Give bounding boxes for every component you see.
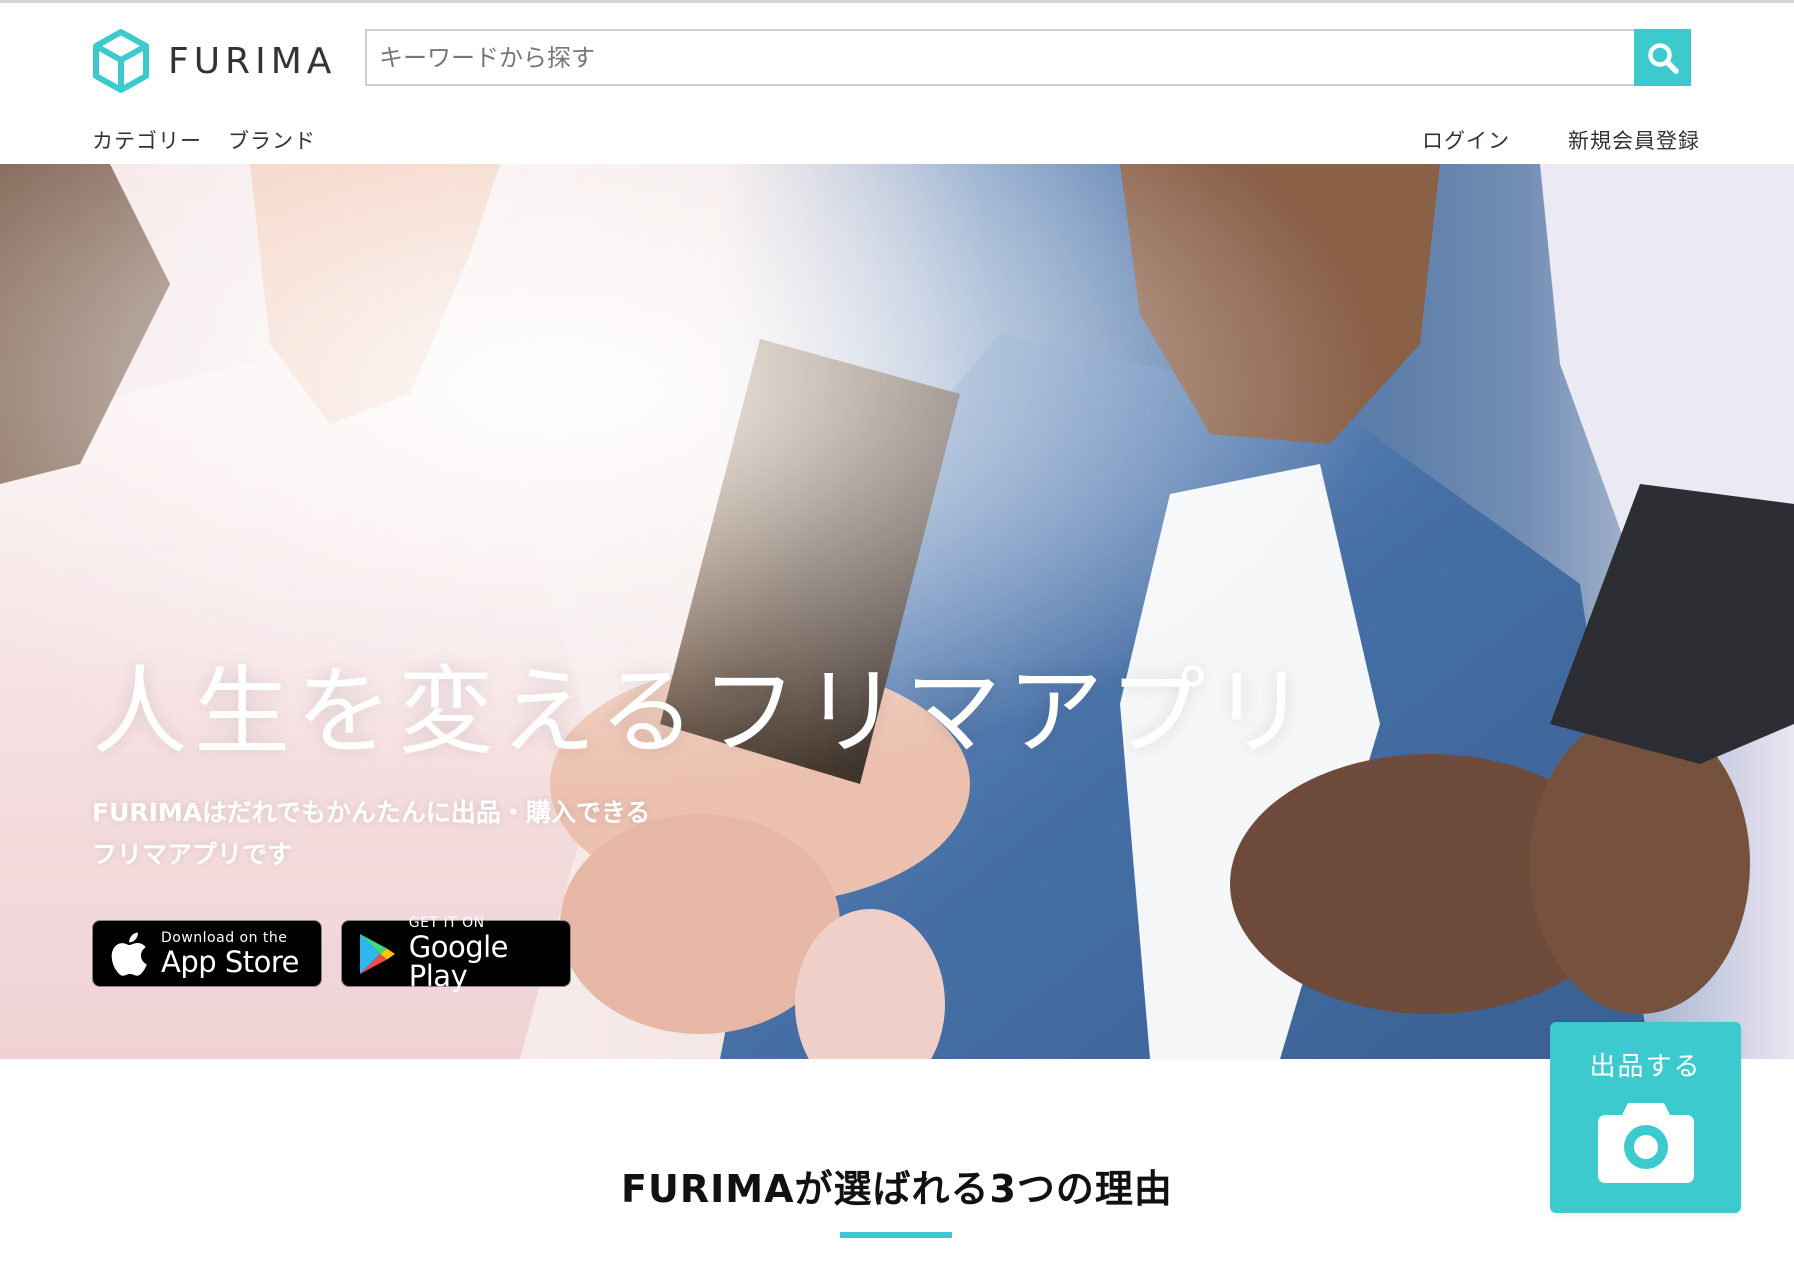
hero-banner: 人生を変えるフリマアプリ FURIMAはだれでもかんたんに出品・購入できる フリ… (0, 164, 1794, 1059)
app-store-button[interactable]: Download on the App Store (92, 920, 322, 987)
hero-title: 人生を変えるフリマアプリ (92, 656, 1314, 768)
cube-icon (93, 29, 149, 93)
search-button[interactable] (1634, 29, 1691, 86)
google-play-icon (358, 933, 397, 974)
google-play-small-text: GET IT ON (408, 915, 485, 931)
site-header: FURIMA カテゴリー ブランド ログイン 新規会員登録 (0, 3, 1794, 164)
google-play-button[interactable]: GET IT ON Google Play (341, 916, 571, 991)
reasons-title: FURIMAが選ばれる3つの理由 (621, 1167, 1173, 1211)
camera-icon (1597, 1103, 1694, 1183)
logo-text: FURIMA (168, 40, 337, 82)
apple-icon (109, 932, 149, 976)
sell-button[interactable]: 出品する (1550, 1022, 1741, 1213)
login-link[interactable]: ログイン (1422, 125, 1510, 155)
app-store-big-text: App Store (161, 944, 300, 979)
nav-right: ログイン 新規会員登録 (1422, 125, 1700, 155)
nav-left: カテゴリー ブランド (92, 125, 316, 155)
logo[interactable]: FURIMA (92, 29, 336, 93)
hero-subtitle-line2: フリマアプリです (92, 840, 293, 869)
reasons-underline (840, 1232, 952, 1238)
google-play-big-text: Google Play (408, 930, 509, 993)
nav-brand[interactable]: ブランド (228, 125, 316, 155)
search-bar (365, 29, 1691, 86)
signup-link[interactable]: 新規会員登録 (1568, 125, 1700, 155)
search-icon (1647, 42, 1679, 74)
sell-button-label: 出品する (1589, 1052, 1702, 1082)
hero-subtitle: FURIMAはだれでもかんたんに出品・購入できる フリマアプリです (92, 792, 650, 876)
search-input[interactable] (365, 29, 1634, 86)
hero-subtitle-line1: FURIMAはだれでもかんたんに出品・購入できる (92, 798, 651, 827)
app-store-small-text: Download on the (161, 929, 288, 946)
nav-category[interactable]: カテゴリー (92, 125, 202, 155)
